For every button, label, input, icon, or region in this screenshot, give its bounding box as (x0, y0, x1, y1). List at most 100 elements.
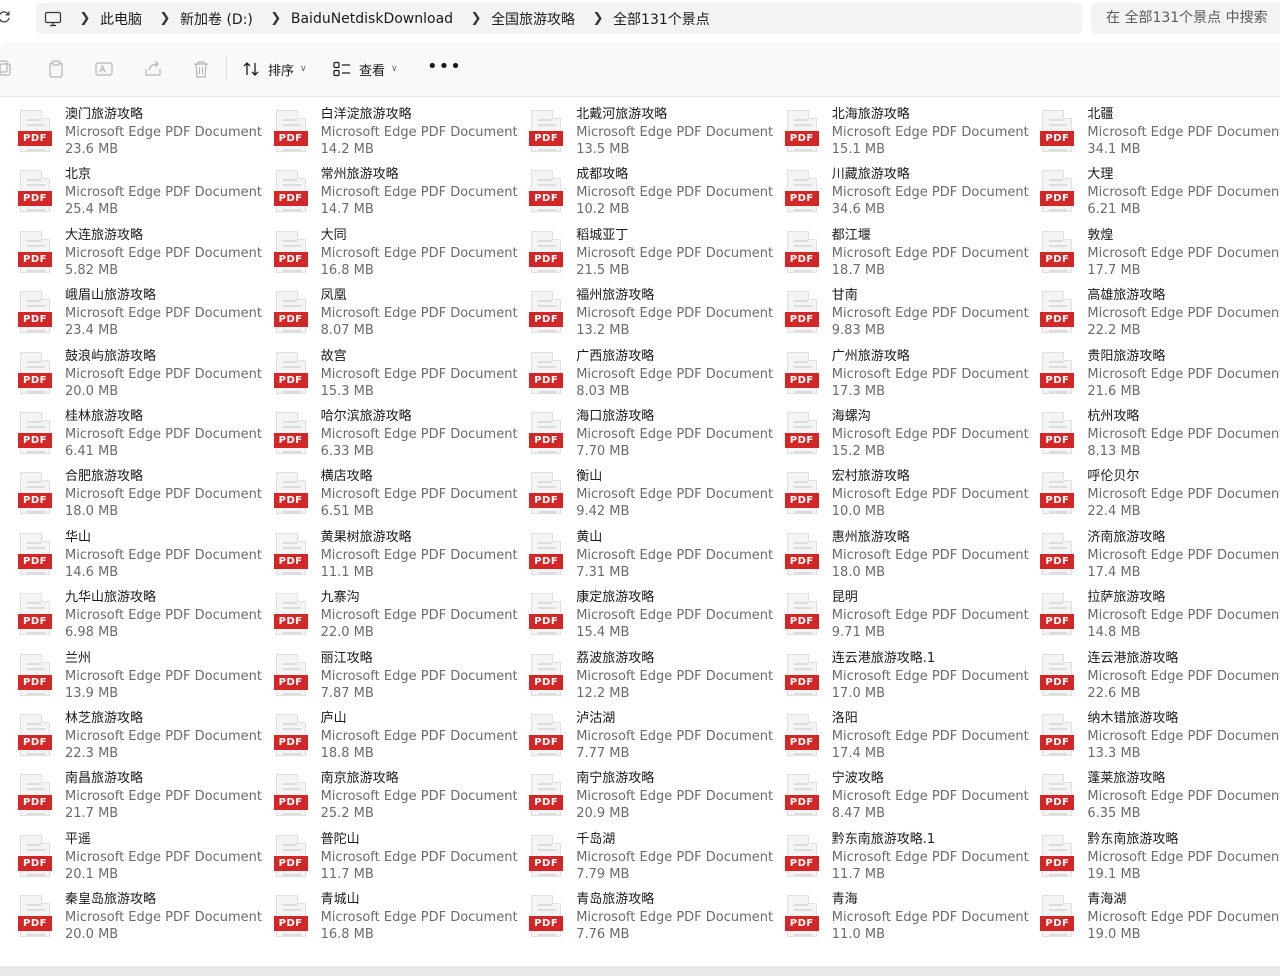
file-item[interactable]: PDF 故宫 Microsoft Edge PDF Document 15.3 MB (256, 346, 518, 406)
file-name[interactable]: 成都攻略 (576, 166, 628, 183)
file-name[interactable]: 惠州旅游攻略 (832, 529, 910, 546)
file-item[interactable]: PDF 宁波攻略 Microsoft Edge PDF Document 8.47 M… (767, 768, 1029, 828)
file-item[interactable]: PDF 广西旅游攻略 Microsoft Edge PDF Document 8.03… (511, 346, 773, 406)
file-item[interactable]: PDF 贵阳旅游攻略 Microsoft Edge PDF Document 21.6… (1022, 346, 1280, 406)
copy-icon[interactable] (0, 60, 14, 78)
file-name[interactable]: 昆明 (832, 589, 858, 606)
breadcrumb-item-baidunetdiskdownload[interactable]: BaiduNetdiskDownload (291, 11, 461, 27)
file-name[interactable]: 青城山 (321, 891, 360, 908)
file-item[interactable]: PDF 峨眉山旅游攻略 Microsoft Edge PDF Document 23.… (0, 285, 262, 345)
file-name[interactable]: 泸沽湖 (576, 710, 615, 727)
file-name[interactable]: 丽江攻略 (321, 650, 373, 667)
breadcrumb-item-all-131-spots[interactable]: 全部131个景点 (613, 9, 718, 29)
file-item[interactable]: PDF 荔波旅游攻略 Microsoft Edge PDF Document 12.2… (511, 648, 773, 708)
file-name[interactable]: 黄果树旅游攻略 (321, 529, 412, 546)
file-name[interactable]: 黔东南旅游攻略.1 (832, 831, 935, 848)
file-item[interactable]: PDF 北京 Microsoft Edge PDF Document 25.4 MB (0, 164, 262, 224)
file-name[interactable]: 大同 (321, 227, 347, 244)
file-name[interactable]: 林芝旅游攻略 (65, 710, 143, 727)
file-name[interactable]: 稻城亚丁 (576, 227, 628, 244)
sort-button[interactable]: 排序 ∨ (243, 55, 307, 83)
file-item[interactable]: PDF 青城山 Microsoft Edge PDF Document 16.8 MB (256, 889, 518, 949)
file-item[interactable]: PDF 泸沽湖 Microsoft Edge PDF Document 7.77 MB (511, 708, 773, 768)
file-item[interactable]: PDF 九华山旅游攻略 Microsoft Edge PDF Document 6.9… (0, 587, 262, 647)
file-item[interactable]: PDF 白洋淀旅游攻略 Microsoft Edge PDF Document 14.… (256, 104, 518, 164)
file-item[interactable]: PDF 大连旅游攻略 Microsoft Edge PDF Document 5.82… (0, 225, 262, 285)
file-name[interactable]: 都江堰 (832, 227, 871, 244)
file-item[interactable]: PDF 普陀山 Microsoft Edge PDF Document 11.7 MB (256, 829, 518, 889)
file-item[interactable]: PDF 合肥旅游攻略 Microsoft Edge PDF Document 18.0… (0, 466, 262, 526)
file-item[interactable]: PDF 九寨沟 Microsoft Edge PDF Document 22.0 MB (256, 587, 518, 647)
file-item[interactable]: PDF 宏村旅游攻略 Microsoft Edge PDF Document 10.0… (767, 466, 1029, 526)
file-name[interactable]: 蓬莱旅游攻略 (1087, 770, 1165, 787)
share-icon[interactable] (144, 60, 162, 78)
file-item[interactable]: PDF 甘南 Microsoft Edge PDF Document 9.83 MB (767, 285, 1029, 345)
file-name[interactable]: 甘南 (832, 287, 858, 304)
file-item[interactable]: PDF 平遥 Microsoft Edge PDF Document 20.1 MB (0, 829, 262, 889)
file-item[interactable]: PDF 昆明 Microsoft Edge PDF Document 9.71 MB (767, 587, 1029, 647)
chevron-right-icon[interactable]: ❯ (461, 11, 491, 26)
file-item[interactable]: PDF 惠州旅游攻略 Microsoft Edge PDF Document 18.0… (767, 527, 1029, 587)
chevron-right-icon[interactable]: ❯ (261, 11, 291, 26)
file-item[interactable]: PDF 丽江攻略 Microsoft Edge PDF Document 7.87 M… (256, 648, 518, 708)
file-item[interactable]: PDF 南宁旅游攻略 Microsoft Edge PDF Document 20.9… (511, 768, 773, 828)
file-item[interactable]: PDF 南京旅游攻略 Microsoft Edge PDF Document 25.2… (256, 768, 518, 828)
file-name[interactable]: 荔波旅游攻略 (576, 650, 654, 667)
file-name[interactable]: 宁波攻略 (832, 770, 884, 787)
file-item[interactable]: PDF 杭州攻略 Microsoft Edge PDF Document 8.13 M… (1022, 406, 1280, 466)
file-name[interactable]: 九寨沟 (321, 589, 360, 606)
file-item[interactable]: PDF 澳门旅游攻略 Microsoft Edge PDF Document 23.6… (0, 104, 262, 164)
file-name[interactable]: 普陀山 (321, 831, 360, 848)
file-item[interactable]: PDF 连云港旅游攻略 Microsoft Edge PDF Document 22.… (1022, 648, 1280, 708)
file-name[interactable]: 纳木错旅游攻略 (1087, 710, 1178, 727)
file-item[interactable]: PDF 敦煌 Microsoft Edge PDF Document 17.7 MB (1022, 225, 1280, 285)
paste-icon[interactable] (47, 60, 65, 78)
file-item[interactable]: PDF 林芝旅游攻略 Microsoft Edge PDF Document 22.3… (0, 708, 262, 768)
file-name[interactable]: 秦皇岛旅游攻略 (65, 891, 156, 908)
file-name[interactable]: 川藏旅游攻略 (832, 166, 910, 183)
view-button[interactable]: 查看 ∨ (333, 55, 398, 83)
file-item[interactable]: PDF 海螺沟 Microsoft Edge PDF Document 15.2 MB (767, 406, 1029, 466)
file-item[interactable]: PDF 济南旅游攻略 Microsoft Edge PDF Document 17.4… (1022, 527, 1280, 587)
file-name[interactable]: 北京 (65, 166, 91, 183)
horizontal-scrollbar[interactable] (0, 966, 1280, 976)
file-name[interactable]: 澳门旅游攻略 (65, 106, 143, 123)
delete-icon[interactable] (192, 60, 210, 78)
file-item[interactable]: PDF 海口旅游攻略 Microsoft Edge PDF Document 7.70… (511, 406, 773, 466)
file-name[interactable]: 青海 (832, 891, 858, 908)
file-name[interactable]: 青海湖 (1087, 891, 1126, 908)
file-name[interactable]: 鼓浪屿旅游攻略 (65, 348, 156, 365)
file-item[interactable]: PDF 黔东南旅游攻略.1 Microsoft Edge PDF Document 1… (767, 829, 1029, 889)
file-name[interactable]: 南昌旅游攻略 (65, 770, 143, 787)
file-name[interactable]: 宏村旅游攻略 (832, 468, 910, 485)
file-item[interactable]: PDF 华山 Microsoft Edge PDF Document 14.6 MB (0, 527, 262, 587)
file-item[interactable]: PDF 哈尔滨旅游攻略 Microsoft Edge PDF Document 6.3… (256, 406, 518, 466)
file-name[interactable]: 衡山 (576, 468, 602, 485)
file-name[interactable]: 拉萨旅游攻略 (1087, 589, 1165, 606)
file-name[interactable]: 横店攻略 (321, 468, 373, 485)
file-name[interactable]: 凤凰 (321, 287, 347, 304)
file-name[interactable]: 大连旅游攻略 (65, 227, 143, 244)
breadcrumb[interactable]: ❯ 此电脑 ❯ 新加卷 (D:) ❯ BaiduNetdiskDownload … (36, 3, 1082, 34)
file-item[interactable]: PDF 常州旅游攻略 Microsoft Edge PDF Document 14.7… (256, 164, 518, 224)
file-name[interactable]: 华山 (65, 529, 91, 546)
file-name[interactable]: 呼伦贝尔 (1087, 468, 1139, 485)
file-item[interactable]: PDF 青岛旅游攻略 Microsoft Edge PDF Document 7.76… (511, 889, 773, 949)
file-name[interactable]: 福州旅游攻略 (576, 287, 654, 304)
file-item[interactable]: PDF 黄山 Microsoft Edge PDF Document 7.31 MB (511, 527, 773, 587)
file-name[interactable]: 峨眉山旅游攻略 (65, 287, 156, 304)
file-item[interactable]: PDF 青海湖 Microsoft Edge PDF Document 19.0 MB (1022, 889, 1280, 949)
file-item[interactable]: PDF 大同 Microsoft Edge PDF Document 16.8 MB (256, 225, 518, 285)
file-item[interactable]: PDF 鼓浪屿旅游攻略 Microsoft Edge PDF Document 20.… (0, 346, 262, 406)
file-name[interactable]: 海口旅游攻略 (576, 408, 654, 425)
file-item[interactable]: PDF 高雄旅游攻略 Microsoft Edge PDF Document 22.2… (1022, 285, 1280, 345)
file-item[interactable]: PDF 秦皇岛旅游攻略 Microsoft Edge PDF Document 20.… (0, 889, 262, 949)
file-item[interactable]: PDF 北疆 Microsoft Edge PDF Document 34.1 MB (1022, 104, 1280, 164)
file-item[interactable]: PDF 千岛湖 Microsoft Edge PDF Document 7.79 MB (511, 829, 773, 889)
file-item[interactable]: PDF 广州旅游攻略 Microsoft Edge PDF Document 17.3… (767, 346, 1029, 406)
file-name[interactable]: 济南旅游攻略 (1087, 529, 1165, 546)
file-name[interactable]: 康定旅游攻略 (576, 589, 654, 606)
file-item[interactable]: PDF 南昌旅游攻略 Microsoft Edge PDF Document 21.7… (0, 768, 262, 828)
file-name[interactable]: 黔东南旅游攻略 (1087, 831, 1178, 848)
file-name[interactable]: 连云港旅游攻略.1 (832, 650, 935, 667)
